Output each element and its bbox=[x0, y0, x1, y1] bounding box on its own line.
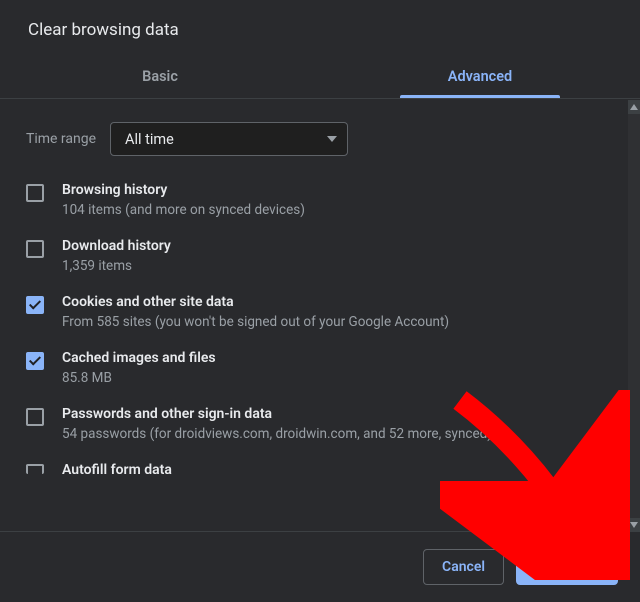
time-range-select[interactable]: All time bbox=[110, 122, 348, 156]
row-autofill: Autofill form data bbox=[0, 452, 628, 478]
scrollbar[interactable] bbox=[628, 100, 640, 532]
time-range-row: Time range All time bbox=[0, 100, 628, 166]
cancel-button[interactable]: Cancel bbox=[423, 549, 504, 585]
checkbox-cookies[interactable] bbox=[26, 296, 44, 314]
row-subtitle: 54 passwords (for droidviews.com, droidw… bbox=[62, 426, 492, 442]
scroll-down-icon[interactable] bbox=[628, 518, 640, 532]
row-title: Cached images and files bbox=[62, 350, 216, 366]
row-subtitle: From 585 sites (you won't be signed out … bbox=[62, 314, 449, 330]
clear-browsing-data-dialog: Clear browsing data Basic Advanced Time … bbox=[0, 0, 640, 602]
options-list: Browsing history 104 items (and more on … bbox=[0, 172, 628, 478]
row-title: Passwords and other sign-in data bbox=[62, 406, 492, 422]
row-browsing-history: Browsing history 104 items (and more on … bbox=[0, 172, 628, 228]
checkbox-passwords[interactable] bbox=[26, 408, 44, 426]
dialog-title: Clear browsing data bbox=[0, 0, 640, 56]
checkbox-download-history[interactable] bbox=[26, 240, 44, 258]
tab-basic[interactable]: Basic bbox=[0, 56, 320, 98]
time-range-value: All time bbox=[125, 131, 174, 148]
row-title: Download history bbox=[62, 238, 171, 254]
row-passwords: Passwords and other sign-in data 54 pass… bbox=[0, 396, 628, 452]
dialog-body: Time range All time Browsing history 104… bbox=[0, 100, 628, 532]
clear-data-button[interactable]: Clear data bbox=[516, 549, 618, 585]
row-cached: Cached images and files 85.8 MB bbox=[0, 340, 628, 396]
dialog-footer: Cancel Clear data bbox=[0, 531, 640, 602]
time-range-label: Time range bbox=[26, 131, 96, 147]
checkbox-browsing-history[interactable] bbox=[26, 184, 44, 202]
row-title: Cookies and other site data bbox=[62, 294, 449, 310]
checkbox-autofill[interactable] bbox=[26, 464, 44, 474]
row-subtitle: 104 items (and more on synced devices) bbox=[62, 202, 305, 218]
row-subtitle: 85.8 MB bbox=[62, 370, 216, 386]
row-title: Autofill form data bbox=[62, 462, 172, 478]
row-subtitle: 1,359 items bbox=[62, 258, 171, 274]
tab-advanced[interactable]: Advanced bbox=[320, 56, 640, 98]
row-download-history: Download history 1,359 items bbox=[0, 228, 628, 284]
row-title: Browsing history bbox=[62, 182, 305, 198]
chevron-down-icon bbox=[327, 136, 337, 142]
row-cookies: Cookies and other site data From 585 sit… bbox=[0, 284, 628, 340]
scroll-up-icon[interactable] bbox=[628, 100, 640, 114]
tabs: Basic Advanced bbox=[0, 56, 640, 99]
checkbox-cached[interactable] bbox=[26, 352, 44, 370]
